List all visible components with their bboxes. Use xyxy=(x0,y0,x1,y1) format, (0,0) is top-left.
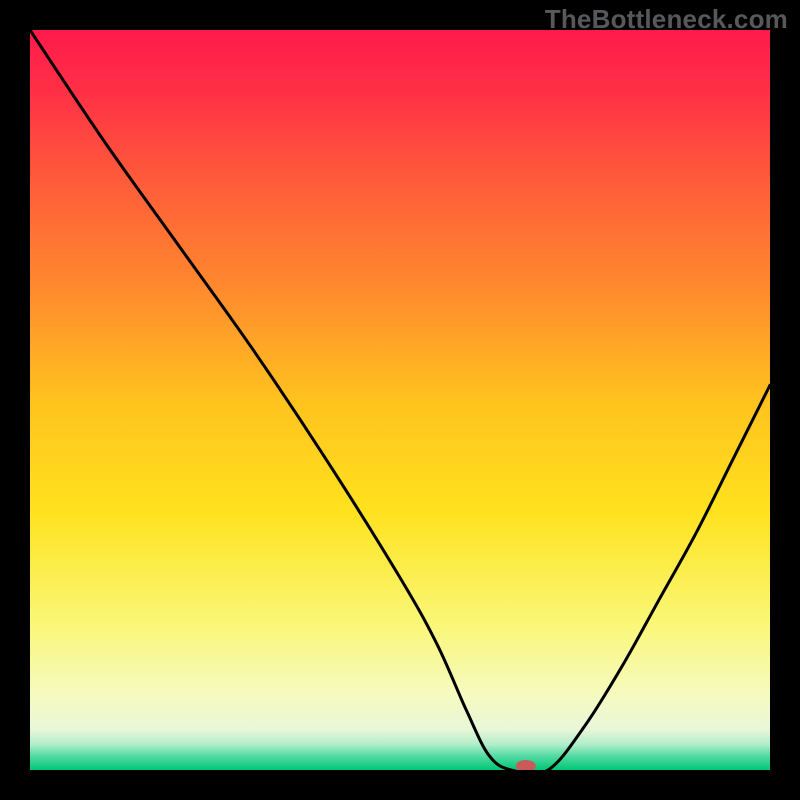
chart-background xyxy=(30,30,770,770)
chart-svg xyxy=(30,30,770,770)
plot-area xyxy=(30,30,770,770)
chart-container: TheBottleneck.com xyxy=(0,0,800,800)
watermark-text: TheBottleneck.com xyxy=(545,4,788,35)
